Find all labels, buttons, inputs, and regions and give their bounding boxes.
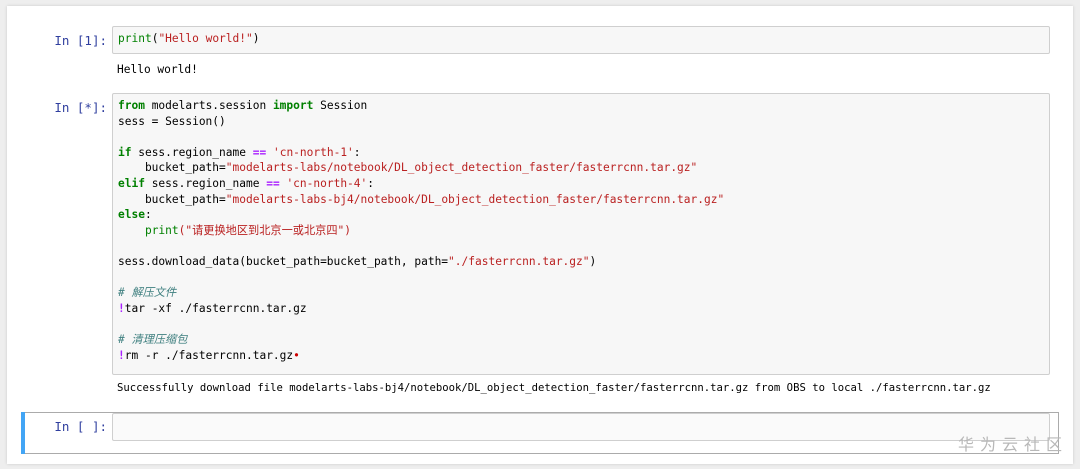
code-token: ==: [266, 176, 280, 190]
code-token: "./fasterrcnn.tar.gz": [448, 254, 590, 268]
code-token: ): [589, 254, 597, 268]
cell-output: Hello world!: [117, 63, 198, 76]
cursor-marker: •: [293, 348, 300, 362]
code-token: sess.download_data(bucket_path=bucket_pa…: [118, 254, 449, 268]
code-comment: # 解压文件: [118, 286, 177, 300]
code-token: !: [118, 301, 125, 315]
code-comment: # 清理压缩包: [118, 332, 188, 346]
code-token: import: [272, 99, 314, 112]
code-token: elif: [118, 176, 145, 190]
code-token: print: [118, 32, 152, 45]
code-token: ==: [252, 145, 267, 159]
cell-prompt: In [ ]:: [54, 419, 107, 434]
cell-input[interactable]: from modelarts.session import Session se…: [112, 93, 1050, 375]
code-token: :: [367, 176, 375, 190]
code-token: bucket_path=: [118, 192, 226, 206]
code-token: modelarts.session: [144, 99, 273, 112]
notebook-container: In [1]: print("Hello world!") Hello worl…: [7, 6, 1073, 464]
cell-input[interactable]: print("Hello world!"): [112, 26, 1050, 54]
code-token: Session: [313, 99, 368, 112]
code-token: 'cn-north-4': [286, 176, 368, 190]
code-token: else: [118, 208, 145, 222]
code-token: ("请更换地区到北京一或北京四"): [178, 223, 352, 237]
code-token: if: [118, 145, 132, 159]
code-token: sess = Session(): [118, 114, 226, 128]
code-token: :: [353, 145, 361, 159]
code-token: bucket_path=: [118, 161, 226, 175]
code-token: "modelarts-labs/notebook/DL_object_detec…: [225, 161, 698, 175]
code-token: sess.region_name: [144, 176, 267, 190]
code-token: tar -xf ./fasterrcnn.tar.gz: [124, 301, 307, 315]
watermark-text: 华为云社区: [957, 435, 1068, 454]
cell-prompt: In [*]:: [54, 100, 107, 115]
code-token: rm -r ./fasterrcnn.tar.gz: [124, 348, 294, 362]
code-token: print: [144, 223, 179, 237]
cell-input-empty[interactable]: [112, 413, 1050, 441]
code-token: !: [118, 348, 125, 362]
cell-prompt: In [1]:: [54, 33, 107, 48]
code-token: "Hello world!": [158, 32, 253, 45]
code-token: :: [144, 208, 152, 222]
code-token: sess.region_name: [131, 145, 253, 159]
code-token: "modelarts-labs-bj4/notebook/DL_object_d…: [225, 192, 725, 206]
code-token: 'cn-north-1': [272, 145, 354, 159]
code-editor[interactable]: from modelarts.session import Session se…: [113, 94, 1049, 367]
code-token: from: [118, 99, 145, 112]
code-editor[interactable]: print("Hello world!"): [113, 27, 1049, 51]
cell-output: Successfully download file modelarts-lab…: [117, 382, 991, 394]
